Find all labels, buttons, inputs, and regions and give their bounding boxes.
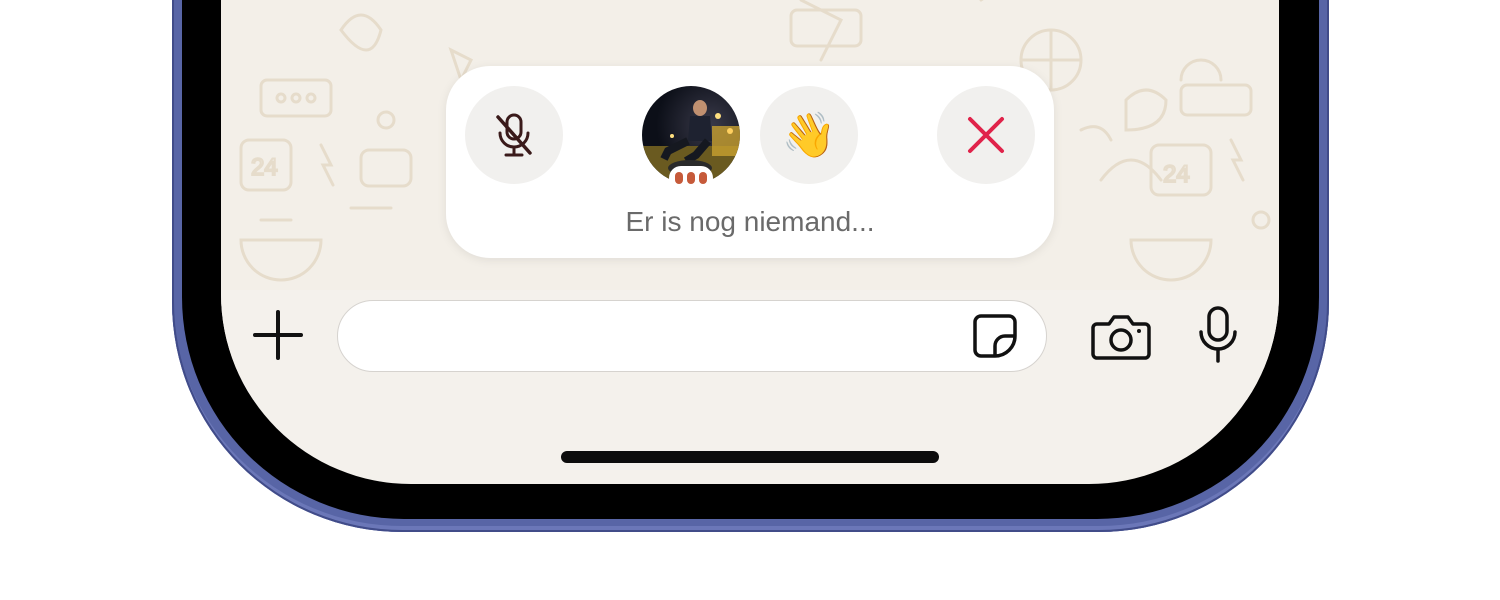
plus-icon	[253, 310, 303, 360]
svg-text:24: 24	[251, 154, 278, 181]
wave-button[interactable]: 👋	[760, 86, 858, 184]
voice-message-button[interactable]	[1195, 306, 1241, 364]
voice-chat-status: Er is nog niemand...	[625, 206, 875, 237]
typing-indicator	[669, 166, 713, 190]
voice-chat-panel: 👋 Er is nog niemand...	[446, 66, 1054, 258]
home-indicator[interactable]	[561, 451, 939, 463]
sticker-button[interactable]	[971, 312, 1019, 360]
camera-icon	[1091, 315, 1151, 360]
svg-text:24: 24	[1163, 161, 1190, 188]
mute-button[interactable]	[465, 86, 563, 184]
camera-button[interactable]	[1091, 312, 1151, 362]
microphone-icon	[1199, 306, 1237, 363]
wave-emoji: 👋	[781, 111, 837, 160]
message-text-input[interactable]	[362, 317, 966, 357]
sticker-icon	[973, 314, 1017, 358]
chat-screen: 24 24 👋 Er is nog niemand...	[221, 0, 1279, 484]
close-voice-chat-button[interactable]	[937, 86, 1035, 184]
message-input-bar	[221, 290, 1279, 400]
message-field[interactable]	[337, 300, 1047, 372]
close-icon	[968, 117, 1004, 153]
attach-button[interactable]	[253, 310, 303, 360]
mic-off-icon	[496, 113, 532, 157]
